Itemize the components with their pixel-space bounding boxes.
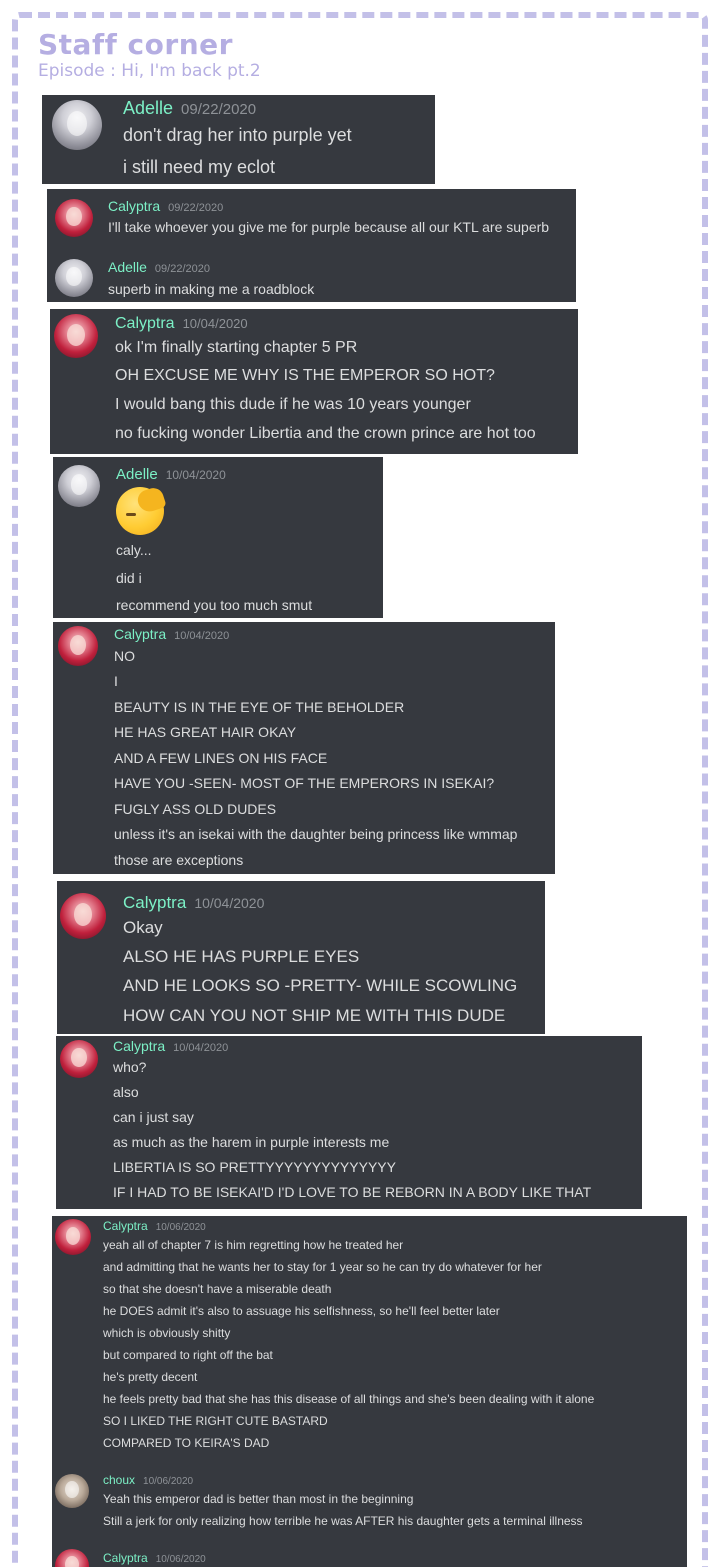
message-line: but compared to right off the bat	[103, 1348, 273, 1362]
message-line: he feels pretty bad that she has this di…	[103, 1392, 595, 1406]
calyptra-avatar[interactable]	[55, 1219, 91, 1255]
message-line: no fucking wonder Libertia and the crown…	[115, 425, 536, 442]
message-line: who?	[113, 1059, 147, 1075]
message-header: Adelle 09/22/2020	[108, 259, 210, 275]
message-line: i still need my eclot	[123, 157, 276, 177]
page-subtitle: Episode : Hi, I'm back pt.2	[38, 61, 261, 81]
calyptra-avatar[interactable]	[60, 1040, 98, 1078]
message-line: AND A FEW LINES ON HIS FACE	[114, 750, 328, 766]
message-header: Calyptra 10/04/2020	[123, 893, 264, 913]
message-line: ALSO HE HAS PURPLE EYES	[123, 947, 360, 966]
message-line: caly...	[116, 542, 152, 558]
username[interactable]: choux	[103, 1473, 135, 1487]
message-line: he's pretty decent	[103, 1370, 198, 1384]
chat-panel: Calyptra 10/04/2020 Okay ALSO HE HAS PURP…	[57, 881, 545, 1034]
timestamp: 10/06/2020	[155, 1222, 206, 1233]
message-header: Calyptra 09/22/2020	[108, 198, 223, 214]
message-line: those are exceptions	[114, 852, 244, 868]
message-line: AND HE LOOKS SO -PRETTY- WHILE SCOWLING	[123, 976, 518, 995]
message-header: choux 10/06/2020	[103, 1473, 193, 1487]
adelle-avatar[interactable]	[52, 100, 102, 150]
timestamp: 10/04/2020	[173, 1042, 229, 1054]
message-line: OH EXCUSE ME WHY IS THE EMPEROR SO HOT?	[115, 367, 495, 384]
chat-panel: Calyptra 09/22/2020 I'll take whoever you…	[47, 189, 576, 302]
message-line: yeah all of chapter 7 is him regretting …	[103, 1238, 404, 1252]
message-line: which is obviously shitty	[103, 1326, 231, 1340]
message-line: FUGLY ASS OLD DUDES	[114, 801, 277, 817]
message-line: don't drag her into purple yet	[123, 125, 352, 145]
message-line: he DOES admit it's also to assuage his s…	[103, 1304, 500, 1318]
message-line: BEAUTY IS IN THE EYE OF THE BEHOLDER	[114, 699, 405, 715]
message-line: Yeah this emperor dad is better than mos…	[103, 1492, 414, 1506]
chat-panel: Calyptra 10/04/2020 who? also can i just …	[56, 1036, 642, 1209]
calyptra-avatar[interactable]	[54, 314, 98, 358]
message-line: I'll take whoever you give me for purple…	[108, 219, 550, 235]
username[interactable]: Adelle	[123, 98, 173, 118]
message-line: I	[114, 673, 118, 689]
message-line: ok I'm finally starting chapter 5 PR	[115, 339, 358, 356]
username[interactable]: Adelle	[116, 466, 158, 483]
message-header: Calyptra 10/06/2020	[103, 1551, 206, 1565]
username[interactable]: Calyptra	[103, 1219, 148, 1233]
chat-panel: Adelle 10/04/2020 caly... did i recommend…	[53, 457, 383, 618]
timestamp: 09/22/2020	[168, 202, 224, 214]
timestamp: 10/04/2020	[174, 630, 230, 642]
message-line: NO	[114, 648, 135, 664]
username[interactable]: Calyptra	[113, 1038, 165, 1054]
adelle-avatar[interactable]	[55, 259, 93, 297]
message-line: as much as the harem in purple interests…	[113, 1134, 390, 1150]
adelle-avatar[interactable]	[58, 465, 100, 507]
message-line: so that she doesn't have a miserable dea…	[103, 1282, 332, 1296]
message-line: also	[113, 1084, 139, 1100]
timestamp: 09/22/2020	[181, 101, 257, 118]
message-line: IF I HAD TO BE ISEKAI'D I'D LOVE TO BE R…	[113, 1184, 592, 1200]
facepalm-emoji	[116, 485, 167, 535]
message-line: did i	[116, 570, 142, 586]
timestamp: 10/06/2020	[143, 1476, 194, 1487]
message-line: COMPARED TO KEIRA'S DAD	[103, 1436, 270, 1450]
username[interactable]: Calyptra	[123, 893, 186, 912]
message-header: Adelle 09/22/2020	[123, 98, 256, 119]
message-line: HE HAS GREAT HAIR OKAY	[114, 724, 297, 740]
message-header: Calyptra 10/04/2020	[113, 1038, 228, 1054]
username[interactable]: Calyptra	[108, 198, 160, 214]
chat-panel: Calyptra 10/04/2020 NO I BEAUTY IS IN THE…	[53, 622, 555, 874]
message-line: I would bang this dude if he was 10 year…	[115, 396, 471, 413]
calyptra-avatar[interactable]	[55, 1549, 89, 1567]
message-header: Calyptra 10/04/2020	[114, 626, 229, 642]
message-line: SO I LIKED THE RIGHT CUTE BASTARD	[103, 1414, 328, 1428]
timestamp: 10/04/2020	[165, 468, 226, 482]
calyptra-avatar[interactable]	[58, 626, 98, 666]
username[interactable]: Calyptra	[103, 1551, 148, 1565]
calyptra-avatar[interactable]	[60, 893, 106, 939]
message-line: LIBERTIA IS SO PRETTYYYYYYYYYYYYYY	[113, 1159, 396, 1175]
chat-panel: Calyptra 10/06/2020 yeah all of chapter 7…	[52, 1216, 687, 1567]
username[interactable]: Calyptra	[114, 626, 166, 642]
calyptra-avatar[interactable]	[55, 199, 93, 237]
chat-panel: Adelle 09/22/2020 don't drag her into pur…	[42, 95, 435, 184]
message-header: Calyptra 10/06/2020	[103, 1219, 206, 1233]
message-line: HAVE YOU -SEEN- MOST OF THE EMPERORS IN …	[114, 775, 495, 791]
message-header: Calyptra 10/04/2020	[115, 315, 248, 333]
username[interactable]: Calyptra	[115, 315, 175, 332]
page-title: Staff corner	[38, 28, 233, 61]
message-line: unless it's an isekai with the daughter …	[114, 826, 518, 842]
message-line: and admitting that he wants her to stay …	[103, 1260, 542, 1274]
message-line: superb in making me a roadblock	[108, 281, 315, 297]
timestamp: 10/04/2020	[194, 895, 265, 911]
username[interactable]: Adelle	[108, 259, 147, 275]
timestamp: 09/22/2020	[154, 263, 210, 275]
chat-panel: Calyptra 10/04/2020 ok I'm finally starti…	[50, 309, 578, 454]
message-line: can i just say	[113, 1109, 194, 1125]
message-line: Okay	[123, 918, 163, 937]
choux-avatar[interactable]	[55, 1474, 89, 1508]
message-line: Still a jerk for only realizing how terr…	[103, 1514, 583, 1528]
timestamp: 10/04/2020	[182, 316, 248, 331]
message-header: Adelle 10/04/2020	[116, 466, 226, 483]
timestamp: 10/06/2020	[155, 1554, 206, 1565]
message-line: HOW CAN YOU NOT SHIP ME WITH THIS DUDE	[123, 1006, 506, 1025]
message-line: recommend you too much smut	[116, 597, 313, 613]
